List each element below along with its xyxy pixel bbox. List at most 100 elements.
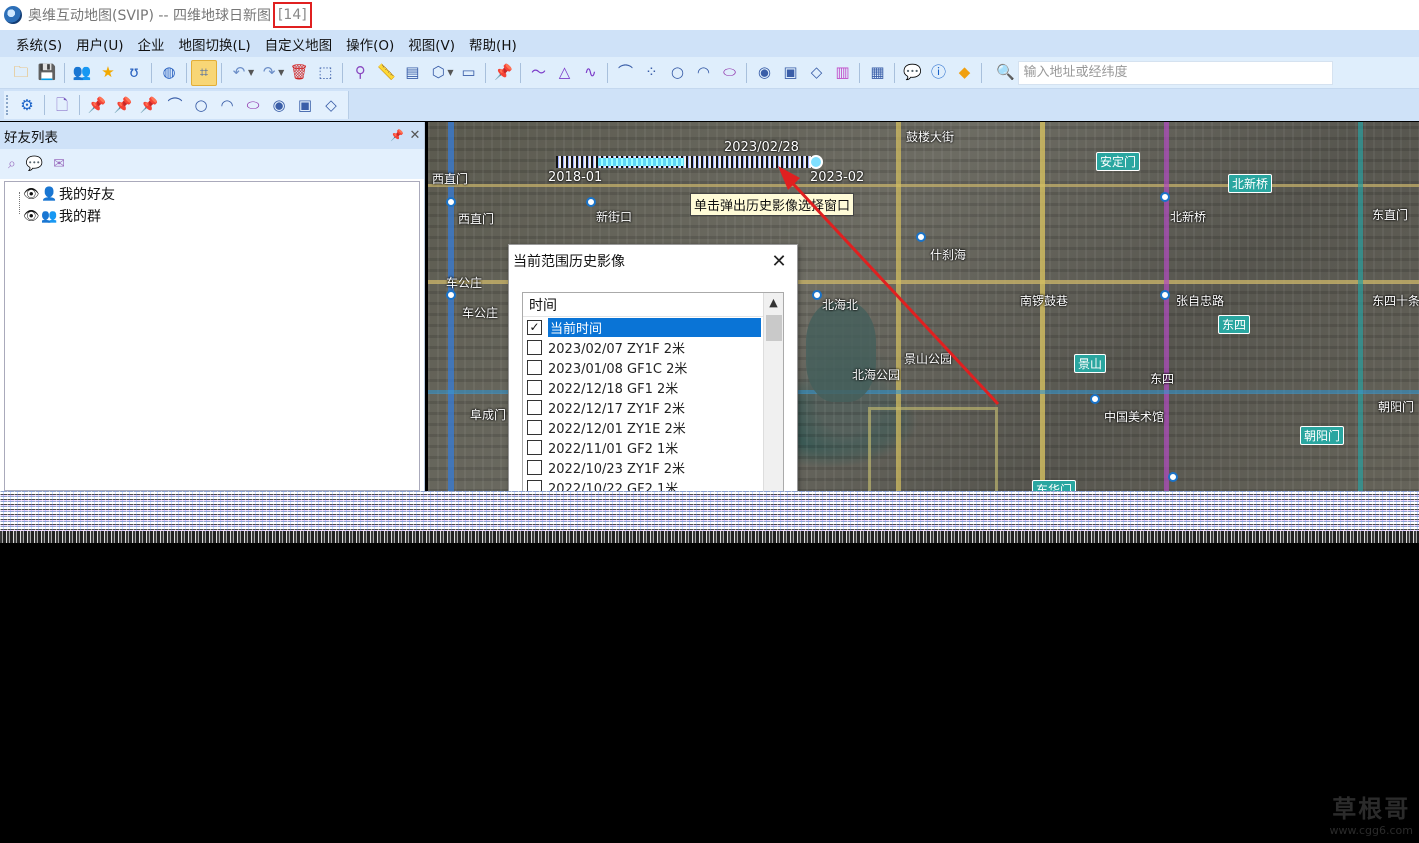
row-checkbox[interactable] xyxy=(527,379,542,395)
route-icon[interactable]: ʊ xyxy=(121,60,147,86)
open-folder-icon[interactable]: 🗀 xyxy=(8,60,34,86)
scroll-up-icon[interactable]: ▲ xyxy=(764,293,783,313)
building-icon[interactable]: ▦ xyxy=(864,60,890,86)
arc-icon[interactable]: ◠ xyxy=(214,92,240,118)
mail-icon[interactable]: ✉ xyxy=(53,156,65,172)
close-panel-icon[interactable]: ✕ xyxy=(406,128,424,143)
toolbar-separator xyxy=(981,62,983,83)
camera-icon[interactable]: ▭ xyxy=(455,60,481,86)
ellipse-icon[interactable]: ⬭ xyxy=(716,60,742,86)
polyline-icon[interactable]: 〜 xyxy=(525,60,551,86)
elevation-icon[interactable]: ▤ xyxy=(399,60,425,86)
row-checkbox[interactable] xyxy=(527,339,542,355)
circle-icon[interactable]: ○ xyxy=(664,60,690,86)
menu-operation[interactable]: 操作(O) xyxy=(340,34,400,54)
3d-globe-icon[interactable]: ◍ xyxy=(156,60,182,86)
pushpin-icon[interactable]: 📌 xyxy=(490,60,516,86)
search-friend-icon[interactable]: ⌕ xyxy=(8,156,16,172)
history-row[interactable]: 2022/10/22 GF2 1米 xyxy=(523,477,763,491)
row-checkbox[interactable] xyxy=(527,359,542,375)
tree-item-label: 我的好友 xyxy=(59,187,115,203)
favorite-star-icon[interactable]: ★ xyxy=(95,60,121,86)
info-icon[interactable]: ⓘ xyxy=(925,60,951,86)
menu-view[interactable]: 视图(V) xyxy=(402,34,461,54)
triangle-icon[interactable]: △ xyxy=(551,60,577,86)
row-checkbox[interactable] xyxy=(527,459,542,475)
green-pin-icon[interactable]: 📌 xyxy=(136,92,162,118)
settings-gear-icon[interactable]: ⚙ xyxy=(14,92,40,118)
dialog-close-icon[interactable]: ✕ xyxy=(761,251,797,272)
history-row[interactable]: 2022/12/18 GF1 2米 xyxy=(523,377,763,397)
cube-dropdown-icon[interactable]: ▼ xyxy=(447,68,453,77)
toolbar-separator xyxy=(342,62,344,83)
pin-panel-icon[interactable]: 📌 xyxy=(388,129,406,142)
history-imagery-dialog: 当前范围历史影像 ✕ 时间 ✓ 当前时间 2023/02/07 ZY1F 2米 … xyxy=(508,244,798,492)
row-label: 2022/12/17 ZY1F 2米 xyxy=(548,401,686,417)
row-label: 2022/12/18 GF1 2米 xyxy=(548,381,679,397)
save-icon[interactable]: 💾 xyxy=(34,60,60,86)
menu-enterprise[interactable]: 企业 xyxy=(132,34,171,54)
tree-item-my-groups[interactable]: 👁 👥 我的群 xyxy=(23,206,101,226)
polygon-icon[interactable]: ◇ xyxy=(803,60,829,86)
menu-map-switch[interactable]: 地图切换(L) xyxy=(173,34,257,54)
panel-title: 好友列表 xyxy=(4,129,58,146)
blue-pin-icon[interactable]: 📌 xyxy=(110,92,136,118)
friends-icon[interactable]: 👥 xyxy=(69,60,95,86)
dialog-header: 当前范围历史影像 ✕ xyxy=(509,245,797,277)
address-search-input[interactable] xyxy=(1018,60,1334,85)
menu-help[interactable]: 帮助(H) xyxy=(463,34,523,54)
filled-circle-icon[interactable]: ◉ xyxy=(266,92,292,118)
filled-rect-icon[interactable]: ▣ xyxy=(777,60,803,86)
list-scrollbar[interactable]: ▲ xyxy=(763,293,783,491)
yellow-pin-icon[interactable]: 📌 xyxy=(84,92,110,118)
document-icon[interactable]: 🗋 xyxy=(49,92,75,118)
search-icon[interactable]: 🔍 xyxy=(992,60,1018,86)
message-icon[interactable]: 💬 xyxy=(26,156,43,172)
history-row[interactable]: 2023/02/07 ZY1F 2米 xyxy=(523,337,763,357)
history-image-tool-icon[interactable]: ⌗ xyxy=(191,59,217,86)
vip-diamond-icon[interactable]: ◆ xyxy=(951,60,977,86)
window-title: 奥维互动地图(SVIP) -- 四维地球日新图 xyxy=(28,8,271,24)
toolbar-separator xyxy=(44,95,45,115)
menu-system[interactable]: 系统(S) xyxy=(10,34,68,54)
history-row[interactable]: 2022/12/17 ZY1F 2米 xyxy=(523,397,763,417)
friends-panel: 好友列表 📌 ✕ ⌕ 💬 ✉ 👁 👤 我的好友 👁 👥 我的群 xyxy=(0,122,425,492)
history-row[interactable]: 2022/12/01 ZY1E 2米 xyxy=(523,417,763,437)
bars-icon[interactable]: ▥ xyxy=(829,60,855,86)
visibility-eye-icon[interactable]: 👁 xyxy=(23,209,41,224)
history-row[interactable]: 2023/01/08 GF1C 2米 xyxy=(523,357,763,377)
row-checkbox[interactable] xyxy=(527,419,542,435)
delete-icon[interactable]: 🗑 xyxy=(286,60,312,86)
ruler-icon[interactable]: 📏 xyxy=(373,60,399,86)
redo-dropdown-icon[interactable]: ▼ xyxy=(278,68,284,77)
undo-dropdown-icon[interactable]: ▼ xyxy=(248,68,254,77)
arc-icon[interactable]: ◠ xyxy=(690,60,716,86)
history-row[interactable]: 2022/10/23 ZY1F 2米 xyxy=(523,457,763,477)
arc-line-icon[interactable]: ⌒ xyxy=(162,92,188,118)
menu-custom-map[interactable]: 自定义地图 xyxy=(259,34,339,54)
place-mark-icon[interactable]: ⚲ xyxy=(347,60,373,86)
toolbar-separator xyxy=(746,62,748,83)
points-icon[interactable]: ⁘ xyxy=(638,60,664,86)
toolbar-grip[interactable] xyxy=(6,95,10,115)
menu-user[interactable]: 用户(U) xyxy=(70,34,129,54)
arc-line-icon[interactable]: ⌒ xyxy=(612,60,638,86)
chat-icon[interactable]: 💬 xyxy=(899,60,925,86)
polygon-icon[interactable]: ◇ xyxy=(318,92,344,118)
circle-icon[interactable]: ○ xyxy=(188,92,214,118)
app-logo-icon xyxy=(4,6,22,24)
curve-icon[interactable]: ∿ xyxy=(577,60,603,86)
scroll-thumb[interactable] xyxy=(766,315,782,341)
filled-rect-icon[interactable]: ▣ xyxy=(292,92,318,118)
row-checkbox[interactable] xyxy=(527,439,542,455)
select-rect-icon[interactable]: ⬚ xyxy=(312,60,338,86)
tree-item-my-friends[interactable]: 👁 👤 我的好友 xyxy=(23,184,115,204)
history-row[interactable]: 2022/11/01 GF2 1米 xyxy=(523,437,763,457)
toolbar-separator xyxy=(64,62,65,83)
ellipse-icon[interactable]: ⬭ xyxy=(240,92,266,118)
history-row-current[interactable]: ✓ 当前时间 xyxy=(523,317,763,337)
row-checkbox[interactable] xyxy=(527,399,542,415)
visibility-eye-icon[interactable]: 👁 xyxy=(23,187,41,202)
row-checkbox[interactable]: ✓ xyxy=(527,319,542,335)
filled-circle-icon[interactable]: ◉ xyxy=(751,60,777,86)
